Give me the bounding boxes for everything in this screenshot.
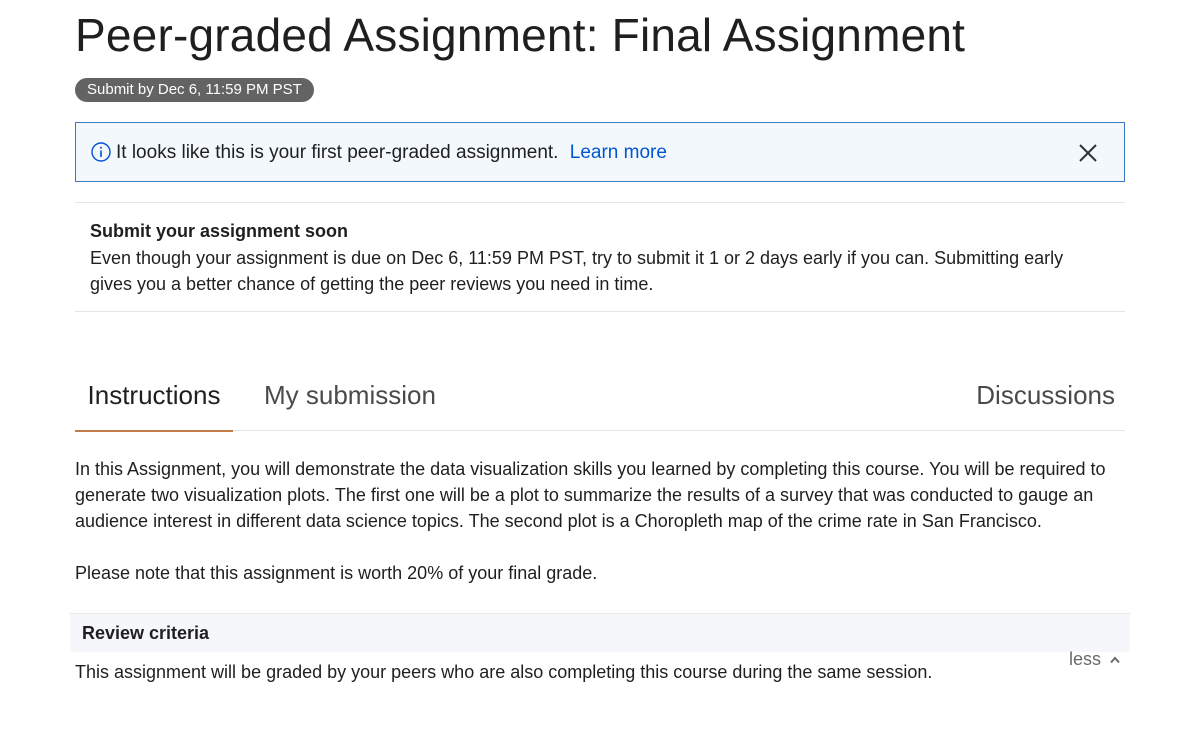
tab-discussions[interactable]: Discussions: [976, 380, 1115, 430]
grade-weight-note: Please note that this assignment is wort…: [75, 563, 598, 583]
show-less-label: less: [1069, 649, 1102, 669]
due-date-badge: Submit by Dec 6, 11:59 PM PST: [75, 78, 314, 102]
show-less-toggle[interactable]: less: [1069, 649, 1120, 670]
page-title: Peer-graded Assignment: Final Assignment: [75, 9, 966, 61]
notice-heading: Submit your assignment soon: [90, 221, 349, 241]
learn-more-link[interactable]: Learn more: [570, 142, 667, 163]
first-assignment-banner: It looks like this is your first peer-gr…: [75, 122, 1125, 182]
tab-my-submission[interactable]: My submission: [264, 380, 436, 430]
assignment-tabs: Instructions My submission Discussions: [75, 370, 1125, 432]
tab-instructions[interactable]: Instructions: [75, 380, 233, 432]
review-criteria-title: Review criteria: [82, 623, 210, 643]
close-icon[interactable]: [1078, 143, 1098, 163]
info-icon: [91, 142, 111, 162]
chevron-up-icon: [1110, 656, 1120, 664]
instructions-paragraph: In this Assignment, you will demonstrate…: [75, 459, 1106, 531]
submit-soon-notice: Submit your assignment soon Even though …: [75, 202, 1125, 312]
banner-message: It looks like this is your first peer-gr…: [116, 142, 667, 164]
review-criteria-body: This assignment will be graded by your p…: [75, 662, 933, 682]
assignment-page: Peer-graded Assignment: Final Assignment…: [0, 0, 1194, 739]
banner-message-text: It looks like this is your first peer-gr…: [116, 142, 559, 163]
review-criteria-header: Review criteria: [70, 613, 1130, 652]
instructions-content: In this Assignment, you will demonstrate…: [75, 456, 1125, 612]
notice-body: Even though your assignment is due on De…: [90, 248, 1064, 294]
